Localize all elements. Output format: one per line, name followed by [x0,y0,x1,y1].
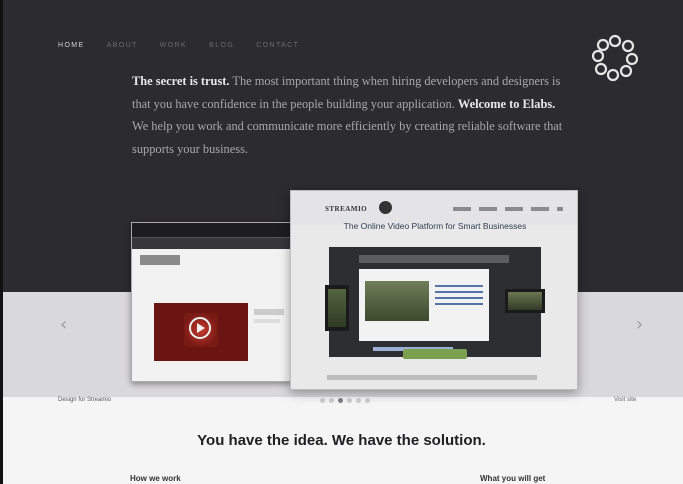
carousel-caption: Design for Streamio [58,397,112,403]
nav-item-about[interactable]: ABOUT [107,42,138,49]
carousel-dot[interactable] [356,398,361,403]
chevron-right-icon[interactable]: › [636,314,643,335]
mockup-streamio-screen[interactable]: STREAMIO The Online Video Platform for S… [290,190,578,390]
carousel-dot-active[interactable] [338,398,343,403]
mockup-nav-links [453,207,563,211]
mockup-secondary-screen [131,222,291,382]
mockup-brand: STREAMIO [325,205,368,213]
intro-welcome-text: We help you work and communicate more ef… [132,119,563,156]
mockup-tagline: The Online Video Platform for Smart Busi… [343,221,527,231]
mockup-video-panel [325,247,545,357]
play-icon [189,317,211,339]
chevron-left-icon[interactable]: ‹ [60,314,67,335]
visit-site-link[interactable]: Visit site [614,397,636,403]
mockup-cta-button [403,349,467,359]
carousel-dots [320,398,370,403]
main-nav: HOME ABOUT WORK BLOG CONTACT [58,42,299,49]
nav-item-blog[interactable]: BLOG [209,42,234,49]
how-we-work-heading: How we work [130,474,181,483]
what-you-get-heading: What you will get [480,474,546,483]
page: HOME ABOUT WORK BLOG CONTACT The secret … [0,0,683,484]
section-headline: You have the idea. We have the solution. [197,432,486,449]
carousel-dot[interactable] [329,398,334,403]
nav-item-work[interactable]: WORK [160,42,187,49]
elabs-ring-logo-icon[interactable] [592,34,638,82]
intro-lead-bold: The secret is trust. [132,74,230,88]
carousel-dot[interactable] [320,398,325,403]
nav-item-contact[interactable]: CONTACT [256,42,299,49]
mockup-brand-icon [379,201,392,214]
nav-item-home[interactable]: HOME [58,42,85,49]
carousel-dot[interactable] [347,398,352,403]
carousel-dot[interactable] [365,398,370,403]
intro-text: The secret is trust. The most important … [132,70,572,160]
intro-welcome-bold: Welcome to Elabs. [457,96,556,111]
